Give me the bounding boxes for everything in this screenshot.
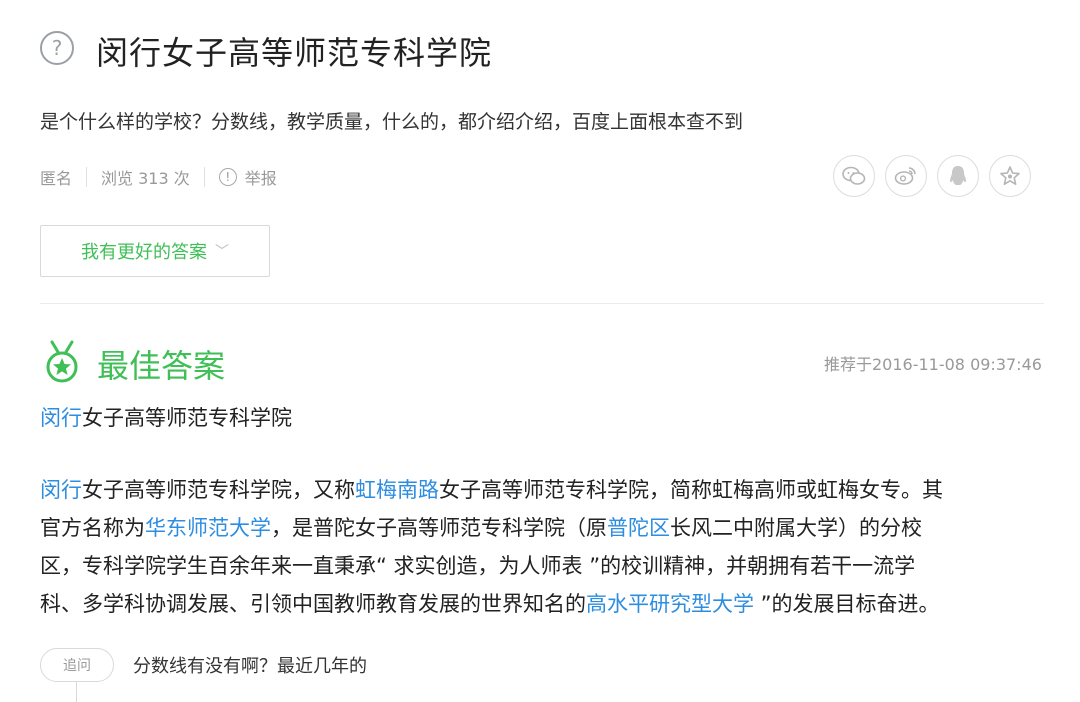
question-meta: 匿名 浏览 313 次 ! 举报 <box>40 165 277 189</box>
follow-up-text: 分数线有没有啊？最近几年的 <box>133 656 367 677</box>
thread-line <box>76 682 77 702</box>
report-link[interactable]: ! 举报 <box>218 165 277 189</box>
answer-title-text: 女子高等师范专科学院 <box>82 406 292 430</box>
qq-share-button[interactable] <box>937 155 979 197</box>
question-description: 是个什么样的学校？分数线，教学质量，什么的，都介绍介绍，百度上面根本查不到 <box>40 111 744 133</box>
qq-icon <box>950 166 966 185</box>
answer-text: 长风二中附属大学）的分校 <box>670 516 922 540</box>
answer-text: ，是普陀女子高等师范专科学院（原 <box>271 516 607 540</box>
keyword-link[interactable]: 华东师范大学 <box>145 516 271 540</box>
keyword-link[interactable]: 闵行 <box>40 406 82 430</box>
wechat-share-button[interactable] <box>833 155 875 197</box>
answer-text: 女子高等师范专科学院，又称 <box>82 478 355 502</box>
answer-text: 女子高等师范专科学院，简称虹梅高师或虹梅女专。其 <box>439 478 943 502</box>
answer-title: 闵行女子高等师范专科学院 <box>40 402 292 432</box>
weibo-icon <box>894 167 916 185</box>
favorite-button[interactable] <box>989 155 1031 197</box>
question-title: 闵行女子高等师范专科学院 <box>96 34 493 72</box>
medal-icon <box>46 340 78 383</box>
info-icon: ! <box>218 168 237 186</box>
view-count: 浏览 313 次 <box>101 169 190 188</box>
better-answer-button[interactable]: 我有更好的答案 ﹀ <box>40 225 270 277</box>
answer-line: 官方名称为华东师范大学，是普陀女子高等师范专科学院（原普陀区长风二中附属大学）的… <box>40 509 1040 547</box>
follow-up-tag: 追问 <box>40 648 114 682</box>
keyword-link[interactable]: 闵行 <box>40 478 82 502</box>
keyword-link[interactable]: 普陀区 <box>607 516 670 540</box>
chevron-down-icon: ﹀ <box>215 244 229 260</box>
wechat-icon <box>842 166 866 185</box>
answer-line: 科、多学科协调发展、引领中国教师教育发展的世界知名的高水平研究型大学 ”的发展目… <box>40 585 1040 623</box>
author-label: 匿名 <box>40 169 73 188</box>
share-bar <box>833 155 1031 197</box>
answer-text: 科、多学科协调发展、引领中国教师教育发展的世界知名的 <box>40 592 586 616</box>
divider <box>203 167 205 187</box>
divider <box>86 167 88 187</box>
best-answer-heading: 最佳答案 <box>97 347 226 385</box>
report-label: 举报 <box>244 169 277 188</box>
answer-line: 闵行女子高等师范专科学院，又称虹梅南路女子高等师范专科学院，简称虹梅高师或虹梅女… <box>40 471 1040 509</box>
keyword-link[interactable]: 高水平研究型大学 <box>586 592 754 616</box>
keyword-link[interactable]: 虹梅南路 <box>355 478 439 502</box>
answer-timestamp: 推荐于2016-11-08 09:37:46 <box>824 355 1042 374</box>
better-answer-label: 我有更好的答案 <box>81 242 207 263</box>
question-icon: ? <box>40 31 74 65</box>
answer-text: ”的发展目标奋进。 <box>754 592 940 616</box>
answer-line: 区，专科学院学生百余年来一直秉承“ 求实创造，为人师表 ”的校训精神，并朝拥有若… <box>40 554 916 578</box>
answer-body: 闵行女子高等师范专科学院，又称虹梅南路女子高等师范专科学院，简称虹梅高师或虹梅女… <box>40 471 1040 623</box>
answer-text: 官方名称为 <box>40 516 145 540</box>
section-divider <box>40 303 1044 304</box>
weibo-share-button[interactable] <box>885 155 927 197</box>
favorite-star-icon <box>1000 166 1020 186</box>
